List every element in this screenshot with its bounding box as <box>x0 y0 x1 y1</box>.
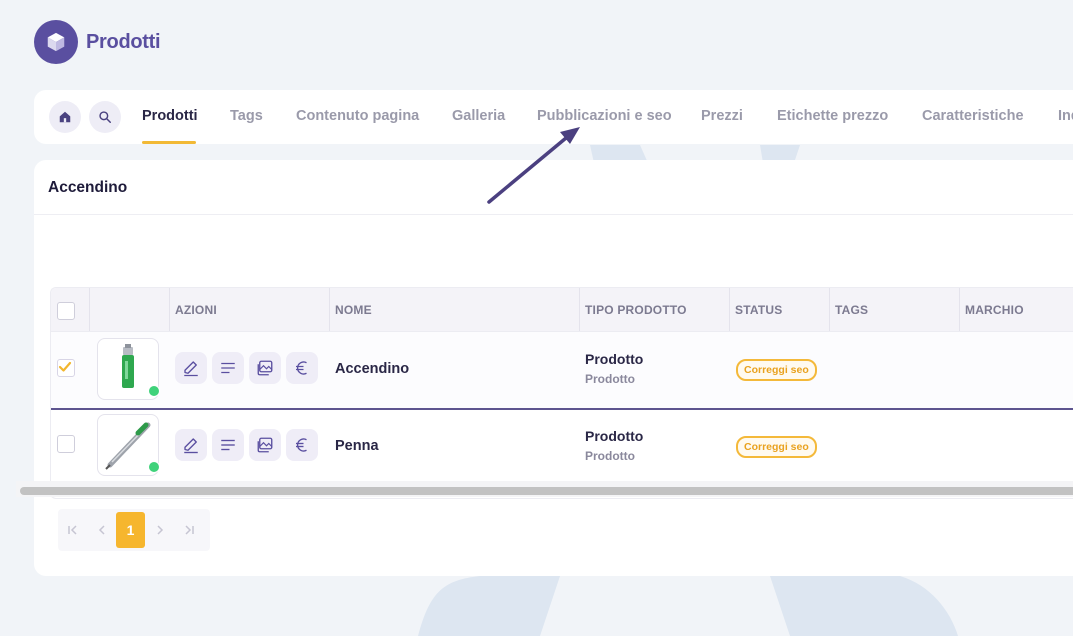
product-type: Prodotto <box>585 351 644 367</box>
product-table: AZIONI NOME TIPO PRODOTTO STATUS TAGS MA… <box>50 287 1073 499</box>
table-row[interactable]: Penna Prodotto Prodotto Correggi seo <box>51 409 1073 485</box>
text-lines-icon <box>221 439 235 451</box>
row-checkbox[interactable] <box>57 435 75 453</box>
chevron-right-icon <box>156 525 163 535</box>
status-badge: Correggi seo <box>736 359 817 381</box>
euro-icon <box>296 361 307 375</box>
pencil-icon <box>184 361 198 377</box>
tab-bar: Prodotti Tags Contenuto pagina Galleria … <box>34 90 1073 144</box>
first-page-button[interactable] <box>58 512 87 548</box>
edit-button[interactable] <box>175 352 207 384</box>
tab-tags[interactable]: Tags <box>230 108 263 124</box>
product-thumbnail[interactable] <box>97 414 160 476</box>
column-header-status[interactable]: STATUS <box>735 303 782 317</box>
checkmark-icon <box>58 361 72 372</box>
search-button[interactable] <box>89 101 121 133</box>
product-type: Prodotto <box>585 428 644 444</box>
table-header: AZIONI NOME TIPO PRODOTTO STATUS TAGS MA… <box>51 288 1073 332</box>
search-icon <box>99 111 111 123</box>
gallery-button[interactable] <box>249 429 281 461</box>
page-button-current[interactable]: 1 <box>116 512 145 548</box>
column-header-tags[interactable]: TAGS <box>835 303 868 317</box>
product-name[interactable]: Accendino <box>335 361 409 377</box>
tab-prezzi[interactable]: Prezzi <box>701 108 743 124</box>
product-name[interactable]: Penna <box>335 438 379 454</box>
content-button[interactable] <box>212 429 244 461</box>
active-tab-indicator <box>142 141 196 144</box>
product-card: Accendino AZIONI NOME TIPO PRODOTTO STAT… <box>34 160 1073 576</box>
select-all-checkbox[interactable] <box>57 302 75 320</box>
column-header-marchio[interactable]: MARCHIO <box>965 303 1024 317</box>
page-title: Prodotti <box>86 30 161 53</box>
divider <box>729 288 730 331</box>
chevron-left-icon <box>98 525 105 535</box>
last-page-button[interactable] <box>174 512 203 548</box>
previous-page-button[interactable] <box>87 512 116 548</box>
product-thumbnail[interactable] <box>97 338 160 400</box>
status-badge: Correggi seo <box>736 436 817 458</box>
pencil-icon <box>184 438 198 454</box>
price-button[interactable] <box>286 429 318 461</box>
horizontal-scrollbar[interactable] <box>20 487 1073 495</box>
product-type-sub: Prodotto <box>585 372 635 386</box>
column-header-tipo-prodotto[interactable]: TIPO PRODOTTO <box>585 303 687 317</box>
tab-pubblicazioni-seo[interactable]: Pubblicazioni e seo <box>537 108 672 124</box>
divider <box>829 288 830 331</box>
next-page-button[interactable] <box>145 512 174 548</box>
online-status-dot <box>148 385 160 397</box>
card-title: Accendino <box>48 179 128 196</box>
edit-button[interactable] <box>175 429 207 461</box>
content-button[interactable] <box>212 352 244 384</box>
last-page-icon <box>184 525 194 535</box>
price-button[interactable] <box>286 352 318 384</box>
tab-etichette-prezzo[interactable]: Etichette prezzo <box>777 108 888 124</box>
tab-contenuto-pagina[interactable]: Contenuto pagina <box>296 108 419 124</box>
divider <box>959 288 960 331</box>
table-row[interactable]: Accendino Prodotto Prodotto Correggi seo <box>51 332 1073 410</box>
divider <box>34 214 1073 215</box>
first-page-icon <box>67 525 77 535</box>
column-header-azioni: AZIONI <box>175 303 217 317</box>
tab-galleria[interactable]: Galleria <box>452 108 505 124</box>
product-type-sub: Prodotto <box>585 449 635 463</box>
text-lines-icon <box>221 362 235 374</box>
euro-icon <box>296 438 307 452</box>
home-button[interactable] <box>49 101 81 133</box>
divider <box>169 288 170 331</box>
tab-caratteristiche[interactable]: Caratteristiche <box>922 108 1024 124</box>
gallery-button[interactable] <box>249 352 281 384</box>
divider <box>579 288 580 331</box>
app-header: Prodotti <box>34 20 161 64</box>
tab-ind[interactable]: Ind <box>1058 108 1073 124</box>
gallery-icon <box>257 360 273 376</box>
online-status-dot <box>148 461 160 473</box>
row-checkbox[interactable] <box>57 359 75 377</box>
cube-icon <box>34 20 78 64</box>
column-header-nome[interactable]: NOME <box>335 303 372 317</box>
gallery-icon <box>257 437 273 453</box>
tab-prodotti[interactable]: Prodotti <box>142 108 198 124</box>
divider <box>329 288 330 331</box>
divider <box>89 288 90 331</box>
pagination: 1 <box>58 509 210 551</box>
home-icon <box>59 111 71 123</box>
